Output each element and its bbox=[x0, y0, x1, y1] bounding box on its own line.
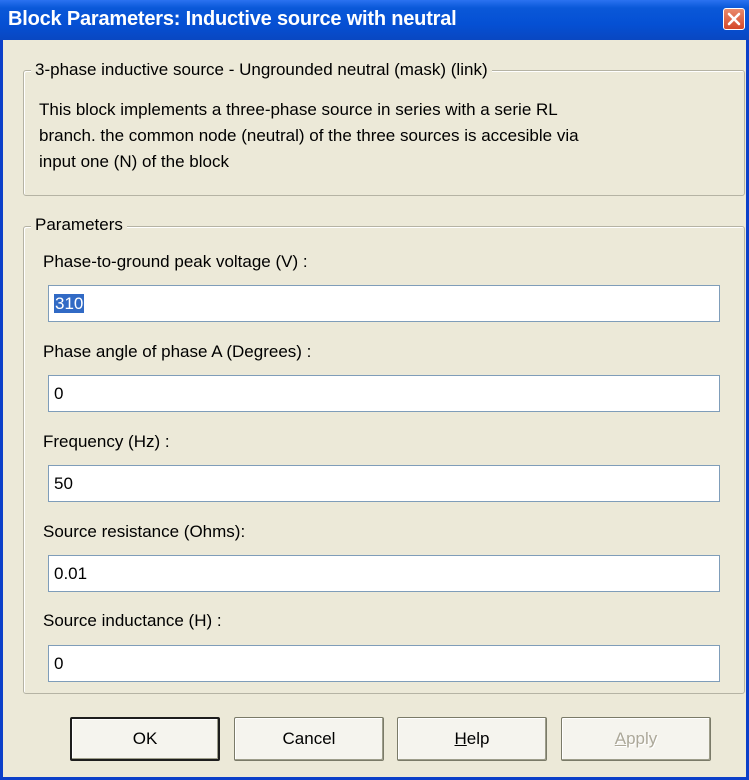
cancel-button[interactable]: Cancel bbox=[234, 717, 384, 761]
window-title: Block Parameters: Inductive source with … bbox=[8, 8, 457, 30]
peak-voltage-value: 310 bbox=[54, 294, 85, 313]
block-parameters-dialog: Block Parameters: Inductive source with … bbox=[0, 0, 749, 780]
peak-voltage-input[interactable]: 310 bbox=[48, 285, 720, 322]
phase-angle-label: Phase angle of phase A (Degrees) : bbox=[43, 342, 312, 361]
source-inductance-input[interactable]: 0 bbox=[48, 645, 720, 682]
close-button[interactable] bbox=[723, 8, 745, 30]
title-bar[interactable]: Block Parameters: Inductive source with … bbox=[0, 0, 749, 40]
apply-button-label: Apply bbox=[614, 729, 658, 748]
frequency-input[interactable]: 50 bbox=[48, 465, 720, 502]
help-button[interactable]: Help bbox=[397, 717, 547, 761]
block-header: 3-phase inductive source - Ungrounded ne… bbox=[31, 60, 492, 80]
source-inductance-label: Source inductance (H) : bbox=[43, 611, 222, 630]
source-resistance-label: Source resistance (Ohms): bbox=[43, 522, 246, 541]
ok-button[interactable]: OK bbox=[70, 717, 220, 761]
source-inductance-value: 0 bbox=[54, 654, 64, 673]
apply-button[interactable]: Apply bbox=[561, 717, 711, 761]
frequency-value: 50 bbox=[54, 474, 73, 493]
peak-voltage-label: Phase-to-ground peak voltage (V) : bbox=[43, 252, 308, 271]
phase-angle-value: 0 bbox=[54, 384, 64, 403]
close-icon bbox=[727, 12, 741, 26]
phase-angle-input[interactable]: 0 bbox=[48, 375, 720, 412]
description-line: input one (N) of the block bbox=[39, 152, 229, 171]
source-resistance-input[interactable]: 0.01 bbox=[48, 555, 720, 592]
description-line: This block implements a three-phase sour… bbox=[39, 100, 558, 119]
parameters-legend: Parameters bbox=[31, 215, 127, 235]
frequency-label: Frequency (Hz) : bbox=[43, 432, 170, 451]
description-line: branch. the common node (neutral) of the… bbox=[39, 126, 579, 145]
block-description: This block implements a three-phase sour… bbox=[39, 97, 739, 175]
source-resistance-value: 0.01 bbox=[54, 564, 88, 583]
help-button-label: Help bbox=[454, 729, 490, 748]
